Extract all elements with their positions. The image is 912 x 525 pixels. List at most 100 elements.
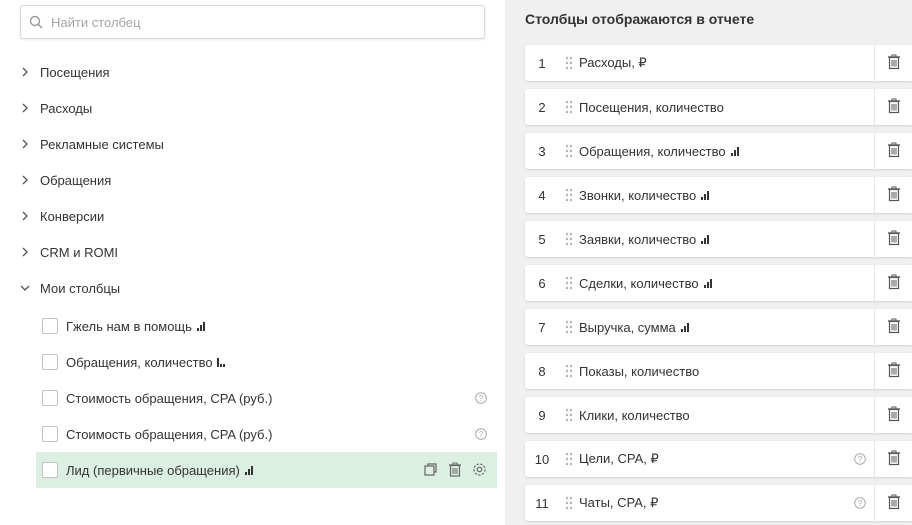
checkbox[interactable] bbox=[42, 354, 58, 370]
help-icon[interactable]: ? bbox=[475, 428, 487, 443]
delete-button[interactable] bbox=[874, 177, 912, 213]
chevron-right-icon bbox=[20, 162, 40, 198]
selected-columns-list: 1 Расходы, ₽ 2 Посещения, количество 3 Обраще… bbox=[525, 45, 912, 525]
row-label: Звонки, количество bbox=[579, 187, 710, 203]
delete-button[interactable] bbox=[874, 265, 912, 301]
drag-handle-icon[interactable] bbox=[559, 320, 579, 334]
row-label: Посещения, количество bbox=[579, 100, 724, 115]
row-label: Обращения, количество bbox=[579, 144, 739, 159]
group-conversions[interactable]: Конверсии bbox=[0, 198, 505, 234]
trash-icon bbox=[887, 362, 901, 381]
group-expenses[interactable]: Расходы bbox=[0, 90, 505, 126]
drag-handle-icon[interactable] bbox=[559, 188, 579, 202]
group-label: Мои столбцы bbox=[40, 280, 121, 296]
group-requests[interactable]: Обращения bbox=[0, 162, 505, 198]
selected-column-row[interactable]: 7 Выручка, сумма bbox=[525, 309, 912, 345]
row-label-text: Посещения, количество bbox=[579, 99, 724, 115]
trash-icon bbox=[887, 142, 901, 161]
list-item[interactable]: Обращения, количество bbox=[36, 344, 497, 380]
delete-button[interactable] bbox=[874, 133, 912, 169]
selected-column-row[interactable]: 10 Цели, CPA, ₽? bbox=[525, 441, 912, 477]
selected-column-row[interactable]: 1 Расходы, ₽ bbox=[525, 45, 912, 81]
list-item[interactable]: Стоимость обращения, CPA (руб.) ? bbox=[36, 416, 497, 452]
drag-handle-icon[interactable] bbox=[559, 144, 579, 158]
checkbox[interactable] bbox=[42, 426, 58, 442]
item-label: Лид (первичные обращения) bbox=[66, 462, 240, 478]
drag-handle-icon[interactable] bbox=[559, 100, 579, 114]
row-number: 10 bbox=[534, 451, 550, 467]
group-ad-systems[interactable]: Рекламные системы bbox=[0, 126, 505, 162]
drag-handle-icon[interactable] bbox=[559, 232, 579, 246]
item-label: Гжель нам в помощь bbox=[66, 318, 192, 334]
drag-handle-icon[interactable] bbox=[559, 364, 579, 378]
checkbox[interactable] bbox=[42, 462, 58, 478]
list-item-selected[interactable]: Лид (первичные обращения) bbox=[36, 452, 497, 488]
checkbox[interactable] bbox=[42, 318, 58, 334]
svg-text:?: ? bbox=[858, 499, 863, 508]
svg-text:?: ? bbox=[858, 455, 863, 464]
item-actions bbox=[423, 462, 487, 480]
delete-button[interactable] bbox=[874, 309, 912, 345]
group-crm-romi[interactable]: CRM и ROMI bbox=[0, 234, 505, 270]
row-label: Выручка, сумма bbox=[579, 320, 689, 335]
drag-handle-icon[interactable] bbox=[559, 56, 579, 70]
delete-button[interactable] bbox=[874, 89, 912, 125]
row-label-text: Клики, количество bbox=[579, 407, 690, 423]
help-icon[interactable]: ? bbox=[475, 392, 487, 407]
row-label-text: Заявки, количество bbox=[579, 231, 697, 247]
group-label: Рекламные системы bbox=[40, 136, 164, 152]
trash-icon bbox=[887, 450, 901, 469]
selected-column-row[interactable]: 4 Звонки, количество bbox=[525, 177, 912, 213]
row-label-text: Звонки, количество bbox=[579, 187, 697, 203]
my-columns-list: Гжель нам в помощь Обращения, количество… bbox=[36, 308, 497, 488]
selected-column-row[interactable]: 5 Заявки, количество bbox=[525, 221, 912, 257]
bar-chart-icon bbox=[701, 190, 710, 200]
group-visits[interactable]: Посещения bbox=[0, 54, 505, 90]
checkbox[interactable] bbox=[42, 390, 58, 406]
trash-icon bbox=[887, 494, 901, 513]
drag-handle-icon[interactable] bbox=[559, 496, 579, 510]
row-label-text: Цели, CPA, ₽ bbox=[579, 451, 659, 466]
search-box[interactable] bbox=[20, 5, 485, 39]
selected-column-row[interactable]: 9 Клики, количество bbox=[525, 397, 912, 433]
row-label: Заявки, количество bbox=[579, 231, 710, 247]
selected-column-row[interactable]: 11 Чаты, CPA, ₽? bbox=[525, 485, 912, 521]
gear-icon[interactable] bbox=[472, 462, 487, 480]
list-item[interactable]: Стоимость обращения, CPA (руб.) ? bbox=[36, 380, 497, 416]
drag-handle-icon[interactable] bbox=[559, 452, 579, 466]
row-label: Сделки, количество bbox=[579, 276, 712, 291]
selected-column-row[interactable]: 8 Показы, количество bbox=[525, 353, 912, 389]
delete-button[interactable] bbox=[874, 441, 912, 477]
help-icon[interactable]: ? bbox=[854, 497, 866, 512]
chevron-right-icon bbox=[20, 90, 40, 126]
copy-icon[interactable] bbox=[423, 462, 438, 480]
drag-handle-icon[interactable] bbox=[559, 408, 579, 422]
trash-icon[interactable] bbox=[448, 462, 462, 480]
search-input[interactable] bbox=[51, 14, 471, 30]
item-label: Стоимость обращения, CPA (руб.) bbox=[66, 426, 273, 442]
row-number: 9 bbox=[538, 407, 546, 423]
drag-handle-icon[interactable] bbox=[559, 276, 579, 290]
row-number: 4 bbox=[538, 187, 546, 203]
delete-button[interactable] bbox=[874, 221, 912, 257]
row-label: Цели, CPA, ₽ bbox=[579, 451, 659, 467]
delete-button[interactable] bbox=[874, 353, 912, 389]
selected-column-row[interactable]: 3 Обращения, количество bbox=[525, 133, 912, 169]
chevron-right-icon bbox=[20, 126, 40, 162]
selected-column-row[interactable]: 6 Сделки, количество bbox=[525, 265, 912, 301]
row-label: Клики, количество bbox=[579, 408, 690, 423]
row-label-text: Сделки, количество bbox=[579, 275, 699, 291]
bar-chart-icon bbox=[196, 321, 205, 331]
group-my-columns[interactable]: Мои столбцы bbox=[0, 270, 505, 306]
bar-chart-icon bbox=[216, 357, 225, 367]
group-label: Обращения bbox=[40, 172, 112, 188]
help-icon[interactable]: ? bbox=[854, 453, 866, 468]
delete-button[interactable] bbox=[874, 485, 912, 521]
selected-column-row[interactable]: 2 Посещения, количество bbox=[525, 89, 912, 125]
delete-button[interactable] bbox=[874, 397, 912, 433]
delete-button[interactable] bbox=[874, 45, 912, 81]
row-number: 3 bbox=[538, 143, 546, 159]
row-label-text: Показы, количество bbox=[579, 363, 700, 379]
chevron-right-icon bbox=[20, 234, 40, 270]
list-item[interactable]: Гжель нам в помощь bbox=[36, 308, 497, 344]
